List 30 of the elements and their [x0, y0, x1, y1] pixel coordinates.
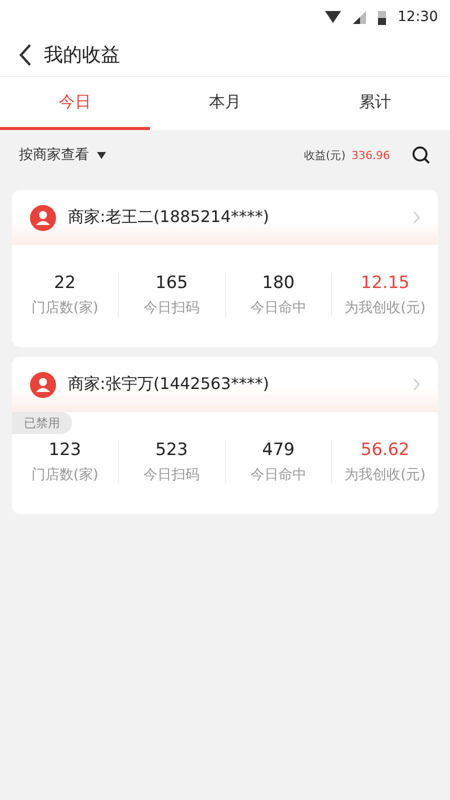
search-icon[interactable] — [412, 146, 430, 164]
stat-label: 门店数(家) — [31, 466, 98, 484]
stat-label: 今日命中 — [250, 299, 306, 317]
stat-label: 为我创收(元) — [344, 466, 426, 484]
caret-icon — [97, 152, 106, 158]
stat-label: 今日扫码 — [144, 466, 200, 484]
battery-icon — [378, 10, 386, 24]
merchant-avatar-icon — [30, 372, 56, 398]
status-time: 12:30 — [398, 9, 438, 25]
stat-label: 门店数(家) — [31, 299, 98, 317]
stat-label: 为我创收(元) — [344, 299, 426, 317]
stat-value: 22 — [54, 273, 76, 293]
merchant-filter-dropdown[interactable]: 按商家查看 — [19, 146, 106, 164]
wifi-icon — [324, 11, 341, 23]
earnings-label: 收益(元) — [304, 148, 346, 162]
stat-label: 今日扫码 — [144, 299, 200, 317]
signal-icon — [352, 10, 366, 24]
stat-label: 今日命中 — [250, 466, 306, 484]
stat-value: 180 — [262, 273, 295, 293]
back-icon[interactable] — [18, 43, 32, 67]
disabled-tag: 已禁用 — [12, 412, 72, 434]
stat-value: 523 — [155, 440, 188, 460]
stat-value: 165 — [155, 273, 188, 293]
stat-value: 479 — [262, 440, 295, 460]
stat-value: 12.15 — [360, 273, 410, 293]
stat-value: 123 — [48, 440, 82, 460]
page-title: 我的收益 — [44, 43, 120, 68]
merchant-avatar-icon — [30, 204, 56, 230]
stat-value: 56.62 — [360, 440, 410, 460]
earnings-value: 336.96 — [352, 148, 390, 162]
